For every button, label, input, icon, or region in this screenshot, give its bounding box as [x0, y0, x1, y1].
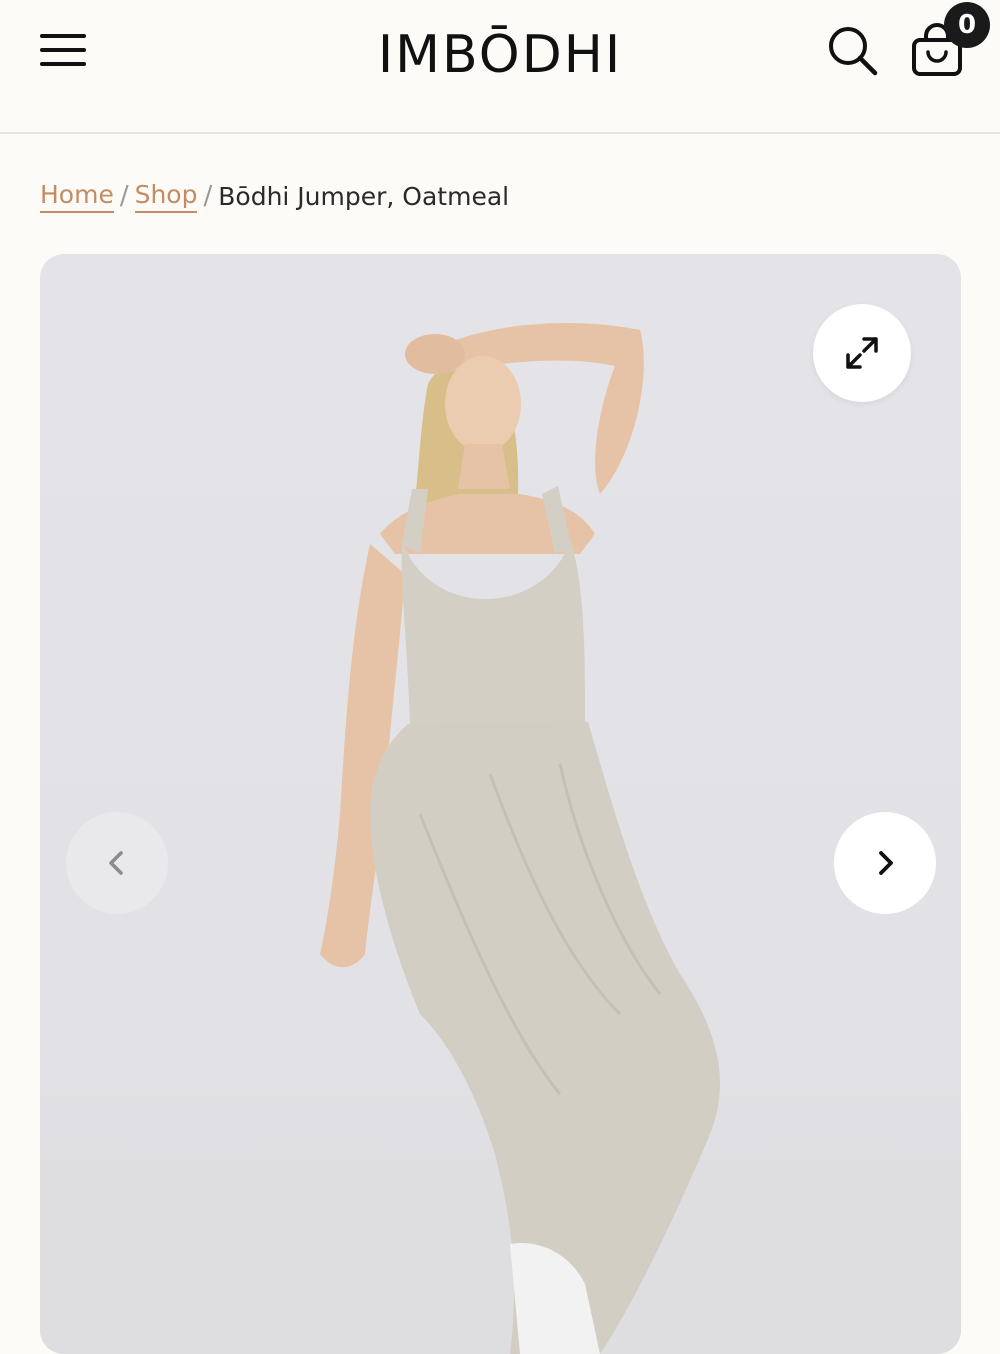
product-photo: [320, 323, 720, 1354]
product-image-gallery[interactable]: [40, 254, 961, 1354]
site-header: IMBŌDHI 0: [0, 0, 1000, 134]
breadcrumb: Home / Shop / Bōdhi Jumper, Oatmeal: [40, 176, 509, 216]
menu-line: [40, 34, 86, 38]
menu-line: [40, 48, 86, 52]
breadcrumb-separator: /: [203, 181, 213, 211]
chevron-left-icon[interactable]: [66, 812, 168, 914]
search-icon[interactable]: [826, 24, 880, 78]
breadcrumb-current: Bōdhi Jumper, Oatmeal: [218, 181, 510, 211]
breadcrumb-separator: /: [119, 181, 129, 211]
breadcrumb-shop-link[interactable]: Shop: [134, 180, 198, 213]
hamburger-menu-icon[interactable]: [38, 30, 88, 70]
logo-text: IMBŌDHI: [377, 25, 623, 85]
menu-line: [40, 62, 86, 66]
breadcrumb-home-link[interactable]: Home: [40, 180, 114, 213]
cart-count-badge: 0: [944, 2, 990, 48]
expand-arrows-icon[interactable]: [813, 304, 911, 402]
chevron-right-icon[interactable]: [834, 812, 936, 914]
site-logo[interactable]: IMBŌDHI: [370, 20, 630, 90]
